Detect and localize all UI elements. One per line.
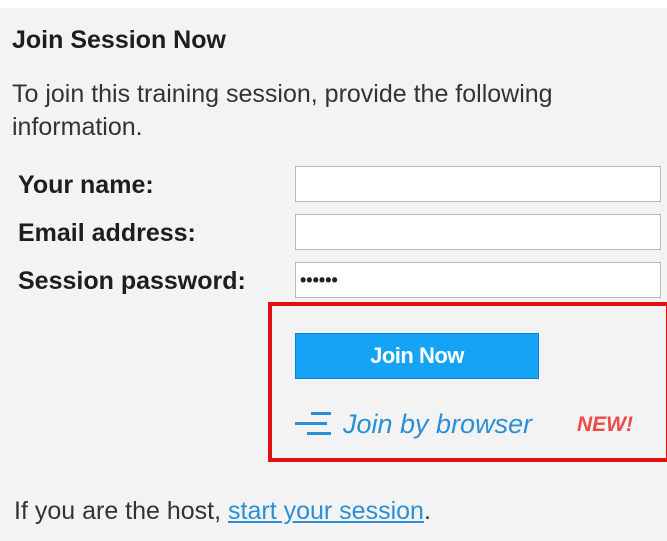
password-label: Session password: [18, 267, 246, 295]
email-field[interactable] [295, 214, 661, 250]
host-text: If you are the host, start your session. [14, 497, 431, 526]
join-now-button[interactable]: Join Now [295, 333, 539, 379]
name-label: Your name: [18, 171, 154, 199]
join-by-browser-label: Join by browser [343, 408, 533, 439]
start-session-link[interactable]: start your session [228, 497, 424, 525]
name-field[interactable] [295, 166, 661, 202]
join-by-browser-link[interactable]: Join by browser [295, 404, 532, 444]
intro-text: To join this training session, provide t… [12, 80, 553, 141]
password-field[interactable]: •••••• [295, 262, 661, 298]
new-badge: NEW! [577, 413, 633, 436]
host-suffix: . [423, 497, 431, 525]
email-label: Email address: [18, 219, 196, 247]
host-prefix: If you are the host, [14, 497, 229, 525]
page-title: Join Session Now [12, 26, 226, 54]
list-lines-icon [295, 410, 333, 438]
